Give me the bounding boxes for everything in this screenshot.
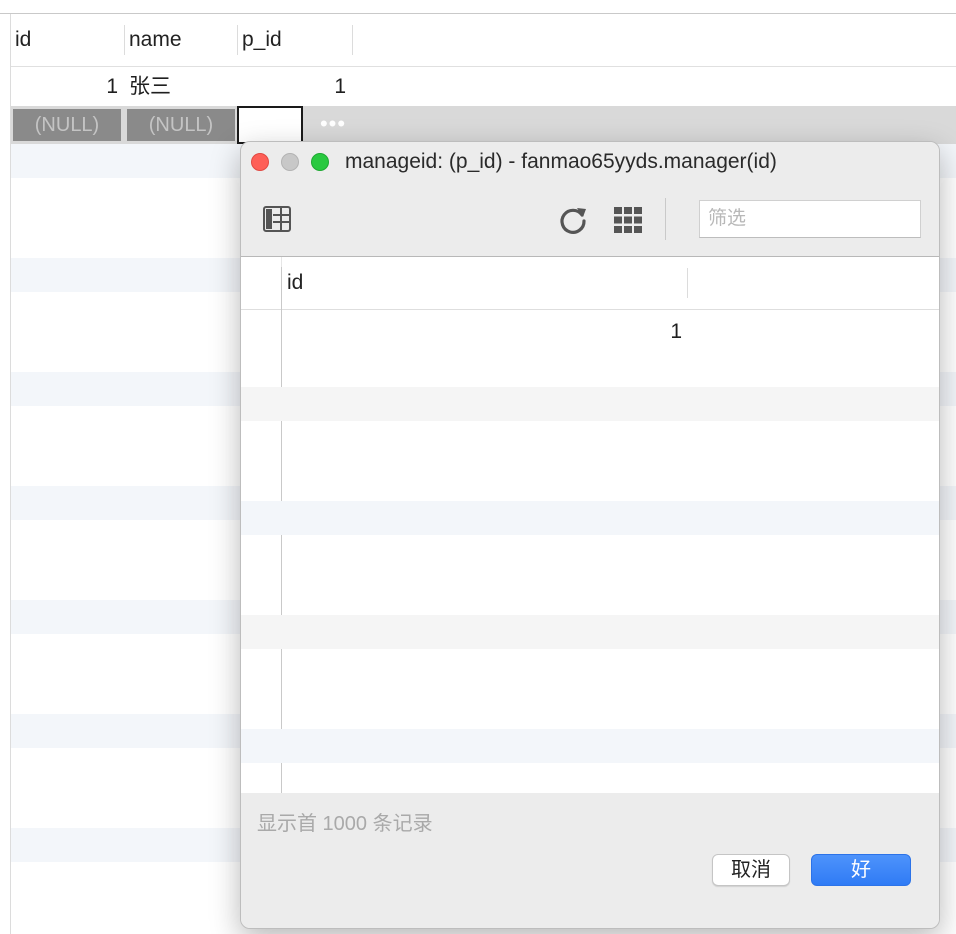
column-resize-handle[interactable]	[687, 268, 688, 298]
reference-table: id 1	[241, 257, 939, 793]
toolbar-divider	[665, 198, 666, 240]
cancel-button[interactable]: 取消	[712, 854, 790, 886]
column-resize-handle[interactable]	[352, 25, 353, 55]
cell-id[interactable]: 1	[282, 313, 682, 351]
close-window-button[interactable]	[251, 153, 269, 171]
minimize-window-button[interactable]	[281, 153, 299, 171]
row-number-gutter-top	[281, 257, 282, 267]
dialog-toolbar	[241, 182, 939, 257]
dialog-title: manageid: (p_id) - fanmao65yyds.manager(…	[345, 150, 777, 173]
table-row-selected[interactable]: (NULL) (NULL) •••	[11, 106, 956, 144]
zoom-window-button[interactable]	[311, 153, 329, 171]
ok-button[interactable]: 好	[811, 854, 911, 886]
table-row[interactable]: 1 张三 1	[11, 68, 956, 106]
cell-id[interactable]: 1	[11, 68, 124, 106]
column-header-name[interactable]: name	[125, 14, 237, 66]
record-limit-note: 显示首 1000 条记录	[257, 813, 433, 835]
column-header-p_id[interactable]: p_id	[238, 14, 352, 66]
dialog-footer: 显示首 1000 条记录 取消 好	[241, 793, 939, 928]
more-button[interactable]: •••	[311, 106, 355, 144]
empty-row	[241, 501, 939, 535]
cell-name-null[interactable]: (NULL)	[127, 109, 235, 141]
table-row[interactable]: 1	[282, 313, 939, 351]
cell-id-null[interactable]: (NULL)	[13, 109, 121, 141]
reference-table-header: id	[241, 257, 939, 310]
columns-view-icon[interactable]	[263, 206, 291, 232]
cell-p_id-editing[interactable]	[237, 106, 303, 144]
column-header-id[interactable]: id	[11, 14, 124, 66]
refresh-icon[interactable]	[557, 204, 589, 236]
cell-name[interactable]: 张三	[129, 68, 237, 106]
empty-row	[241, 387, 939, 421]
grid-view-icon[interactable]	[613, 206, 643, 234]
cell-p_id[interactable]: 1	[238, 68, 352, 106]
dialog-titlebar[interactable]: manageid: (p_id) - fanmao65yyds.manager(…	[241, 142, 939, 182]
foreign-key-dialog: manageid: (p_id) - fanmao65yyds.manager(…	[240, 141, 940, 929]
empty-row	[241, 729, 939, 763]
empty-row	[241, 615, 939, 649]
filter-input[interactable]	[699, 200, 921, 238]
column-header-id[interactable]: id	[287, 257, 303, 309]
grid-header: id name p_id	[11, 14, 956, 67]
